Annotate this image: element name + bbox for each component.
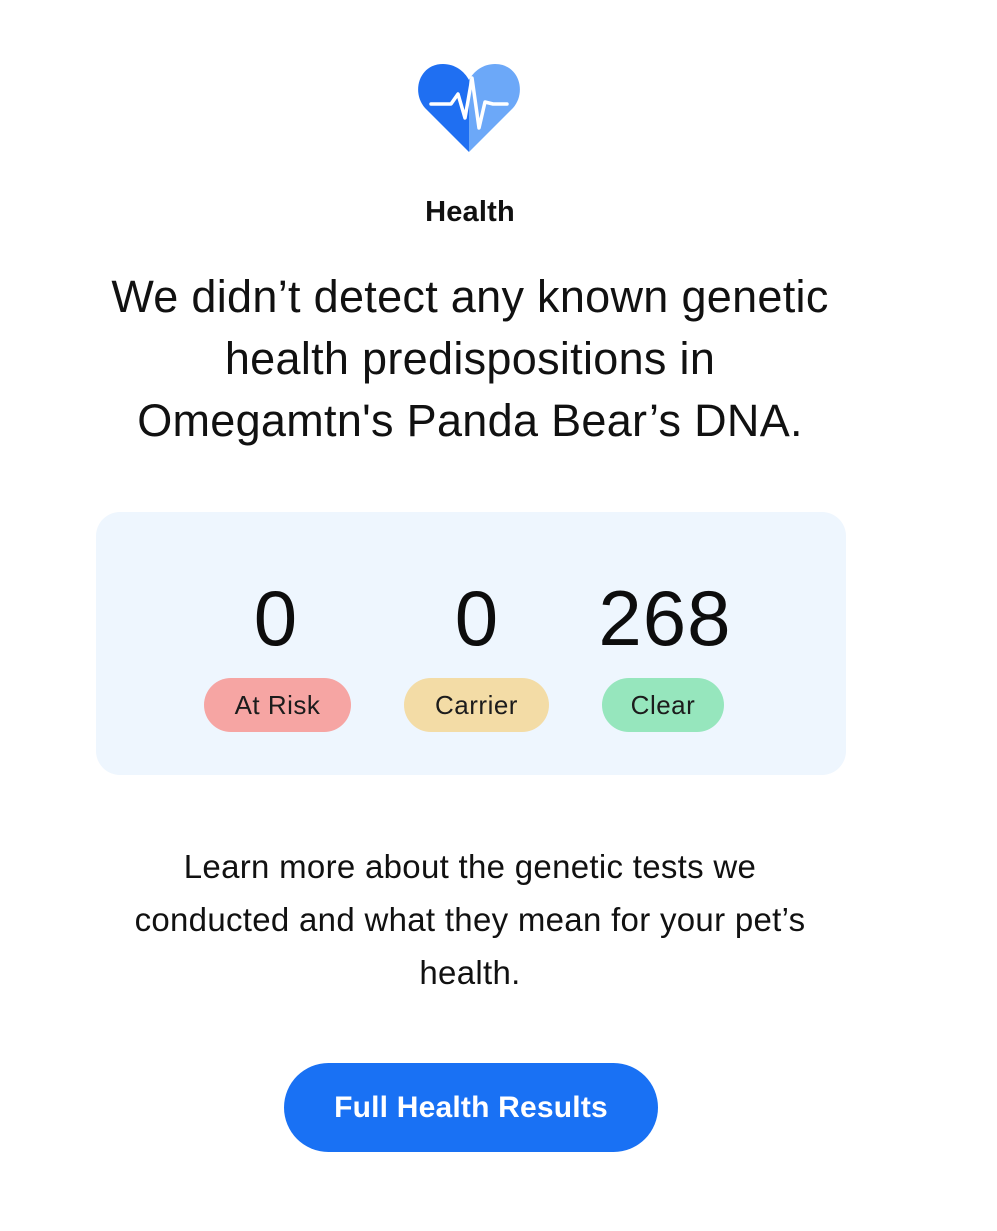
health-summary-page: Health We didn’t detect any known geneti…: [0, 0, 997, 1231]
results-headline: We didn’t detect any known genetic healt…: [111, 271, 829, 446]
carrier-count: 0: [427, 572, 527, 664]
learn-more-text: Learn more about the genetic tests we co…: [134, 848, 806, 991]
clear-badge: Clear: [602, 678, 724, 732]
at-risk-badge: At Risk: [204, 678, 351, 732]
at-risk-count: 0: [226, 572, 326, 664]
section-title: Health: [425, 196, 515, 228]
carrier-value: 0: [454, 574, 500, 662]
at-risk-value: 0: [253, 574, 299, 662]
clear-count: 268: [580, 572, 750, 664]
clear-value: 268: [598, 574, 732, 662]
full-health-results-button[interactable]: Full Health Results: [284, 1063, 658, 1152]
results-summary-card: 0 0 268 At Risk Carrier Clear: [96, 512, 846, 775]
heart-pulse-icon: [418, 64, 520, 152]
carrier-badge: Carrier: [404, 678, 549, 732]
